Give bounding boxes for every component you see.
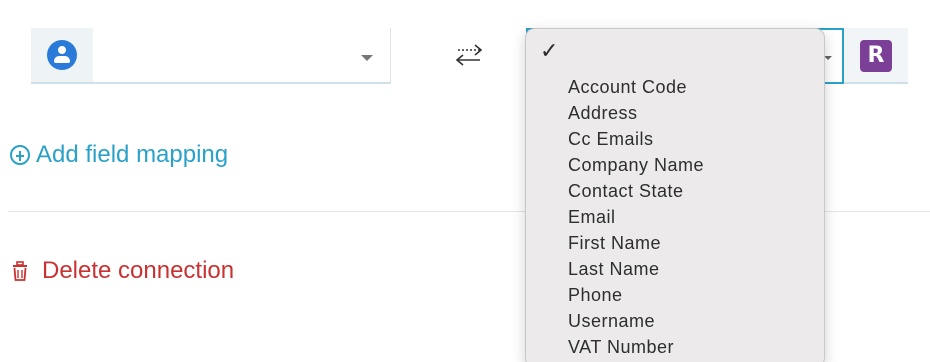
left-field-icon-cell (31, 28, 93, 82)
dropdown-option[interactable]: Account Code (568, 77, 687, 98)
user-icon (47, 40, 77, 70)
delete-connection-label: Delete connection (42, 257, 235, 284)
dropdown-option[interactable]: VAT Number (568, 337, 674, 358)
delete-connection-link[interactable]: Delete connection (10, 256, 234, 286)
dropdown-option[interactable]: First Name (568, 233, 661, 254)
dropdown-option[interactable]: Address (568, 103, 638, 124)
left-field-select[interactable] (31, 28, 391, 84)
dropdown-option[interactable]: Cc Emails (568, 129, 654, 150)
dropdown-option[interactable]: Last Name (568, 259, 660, 280)
field-mapping-row-panel: R Add field mapping Delete connection ✓ … (0, 0, 930, 362)
plus-circle-icon (10, 145, 30, 165)
chevron-down-icon[interactable] (361, 55, 373, 61)
dropdown-option[interactable]: Username (568, 311, 655, 332)
dropdown-option[interactable]: Contact State (568, 181, 684, 202)
trash-icon (13, 261, 27, 281)
dropdown-option[interactable]: Email (568, 207, 616, 228)
chevron-down-icon[interactable] (824, 56, 832, 60)
dropdown-option[interactable]: Company Name (568, 155, 704, 176)
app-logo-letter: R (867, 43, 885, 68)
dropdown-option[interactable]: Phone (568, 285, 623, 306)
field-options-dropdown[interactable]: ✓ Account Code Address Cc Emails Company… (525, 28, 825, 362)
app-logo-icon: R (860, 40, 892, 72)
left-field-input[interactable] (93, 28, 391, 82)
add-field-mapping-link[interactable]: Add field mapping (10, 140, 228, 170)
swap-arrows-icon (455, 44, 483, 66)
add-field-mapping-label: Add field mapping (36, 141, 229, 168)
checkmark-icon: ✓ (540, 39, 559, 64)
